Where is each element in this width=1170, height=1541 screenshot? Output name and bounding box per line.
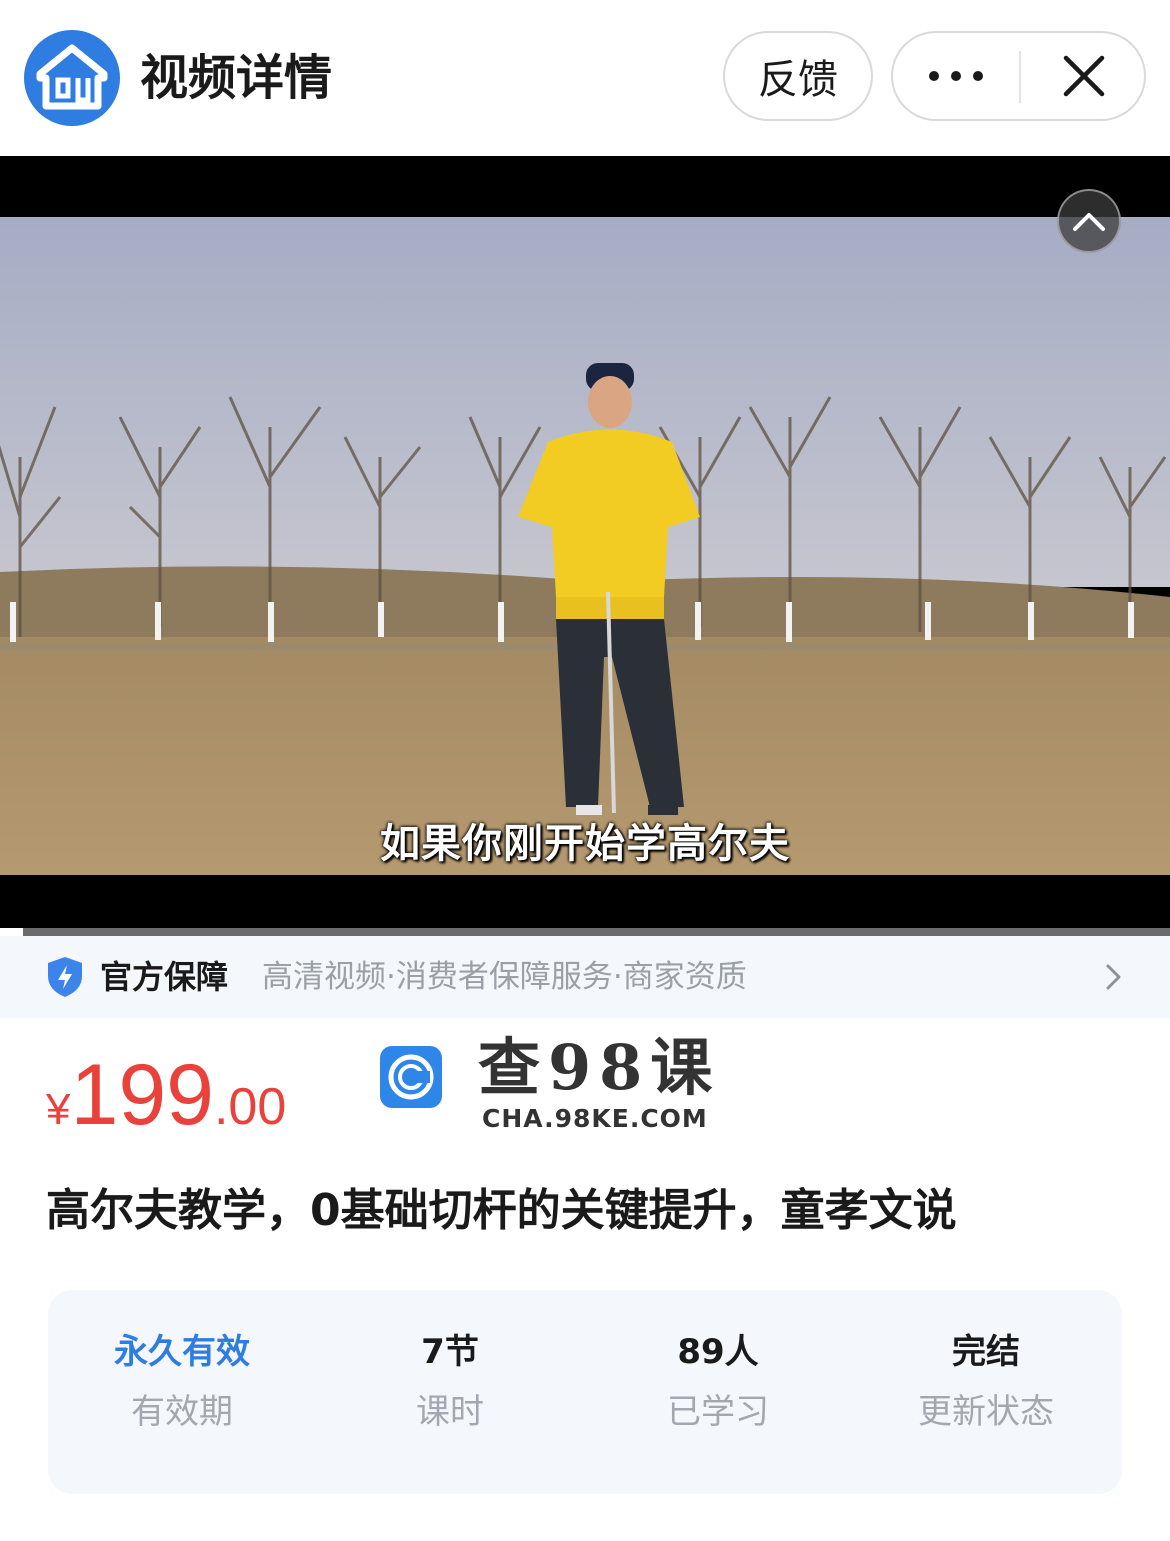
course-title: 高尔夫教学，0基础切杆的关键提升，童孝文说 (46, 1185, 957, 1236)
guarantee-bar[interactable]: 官方保障 高清视频·消费者保障服务·商家资质 (0, 936, 1170, 1018)
stat-validity: 永久有效 有效期 (48, 1328, 316, 1436)
stat-update-status: 完结 更新状态 (852, 1328, 1120, 1436)
house-logo-icon (24, 30, 120, 126)
chevron-up-icon[interactable] (1057, 189, 1121, 253)
stat-label: 课时 (416, 1392, 484, 1432)
stat-label: 已学习 (667, 1392, 769, 1432)
mini-program-capsule (891, 31, 1146, 121)
guarantee-title: 官方保障 (100, 958, 229, 996)
video-progress-bar[interactable] (0, 928, 1170, 936)
shield-bolt-icon (48, 957, 82, 997)
course-stats-card: 永久有效 有效期 7节 课时 89人 已学习 完结 更新状态 (48, 1290, 1122, 1494)
stat-learners: 89人 已学习 (584, 1328, 852, 1436)
stat-lessons: 7节 课时 (316, 1328, 584, 1436)
watermark-name: 查98课 (478, 1031, 721, 1104)
stat-value: 7节 (421, 1332, 479, 1372)
watermark-logo-icon (380, 1046, 442, 1108)
stat-value: 完结 (952, 1332, 1020, 1372)
close-icon[interactable] (1023, 33, 1144, 119)
capsule-divider (1019, 51, 1021, 103)
guarantee-items: 高清视频·消费者保障服务·商家资质 (262, 959, 747, 995)
price-currency: ¥ (46, 1085, 71, 1134)
more-dots-icon[interactable] (893, 33, 1019, 119)
video-subtitle: 如果你刚开始学高尔夫 (380, 821, 790, 867)
stat-label: 更新状态 (918, 1392, 1054, 1432)
stat-label: 有效期 (131, 1392, 233, 1432)
stat-value: 89人 (677, 1332, 759, 1372)
page-title: 视频详情 (140, 50, 333, 106)
price-integer: 199 (70, 1047, 214, 1143)
watermark-url: CHA.98KE.COM (482, 1104, 708, 1133)
feedback-button[interactable]: 反馈 (723, 31, 873, 121)
chevron-right-icon (1106, 964, 1121, 990)
price-decimal: .00 (213, 1078, 287, 1136)
stat-value: 永久有效 (114, 1332, 250, 1372)
top-bar: 视频详情 反馈 (0, 0, 1170, 156)
video-player[interactable]: 如果你刚开始学高尔夫 (0, 156, 1170, 936)
video-progress-fill (0, 928, 24, 936)
price: ¥199.00 (46, 1046, 286, 1145)
